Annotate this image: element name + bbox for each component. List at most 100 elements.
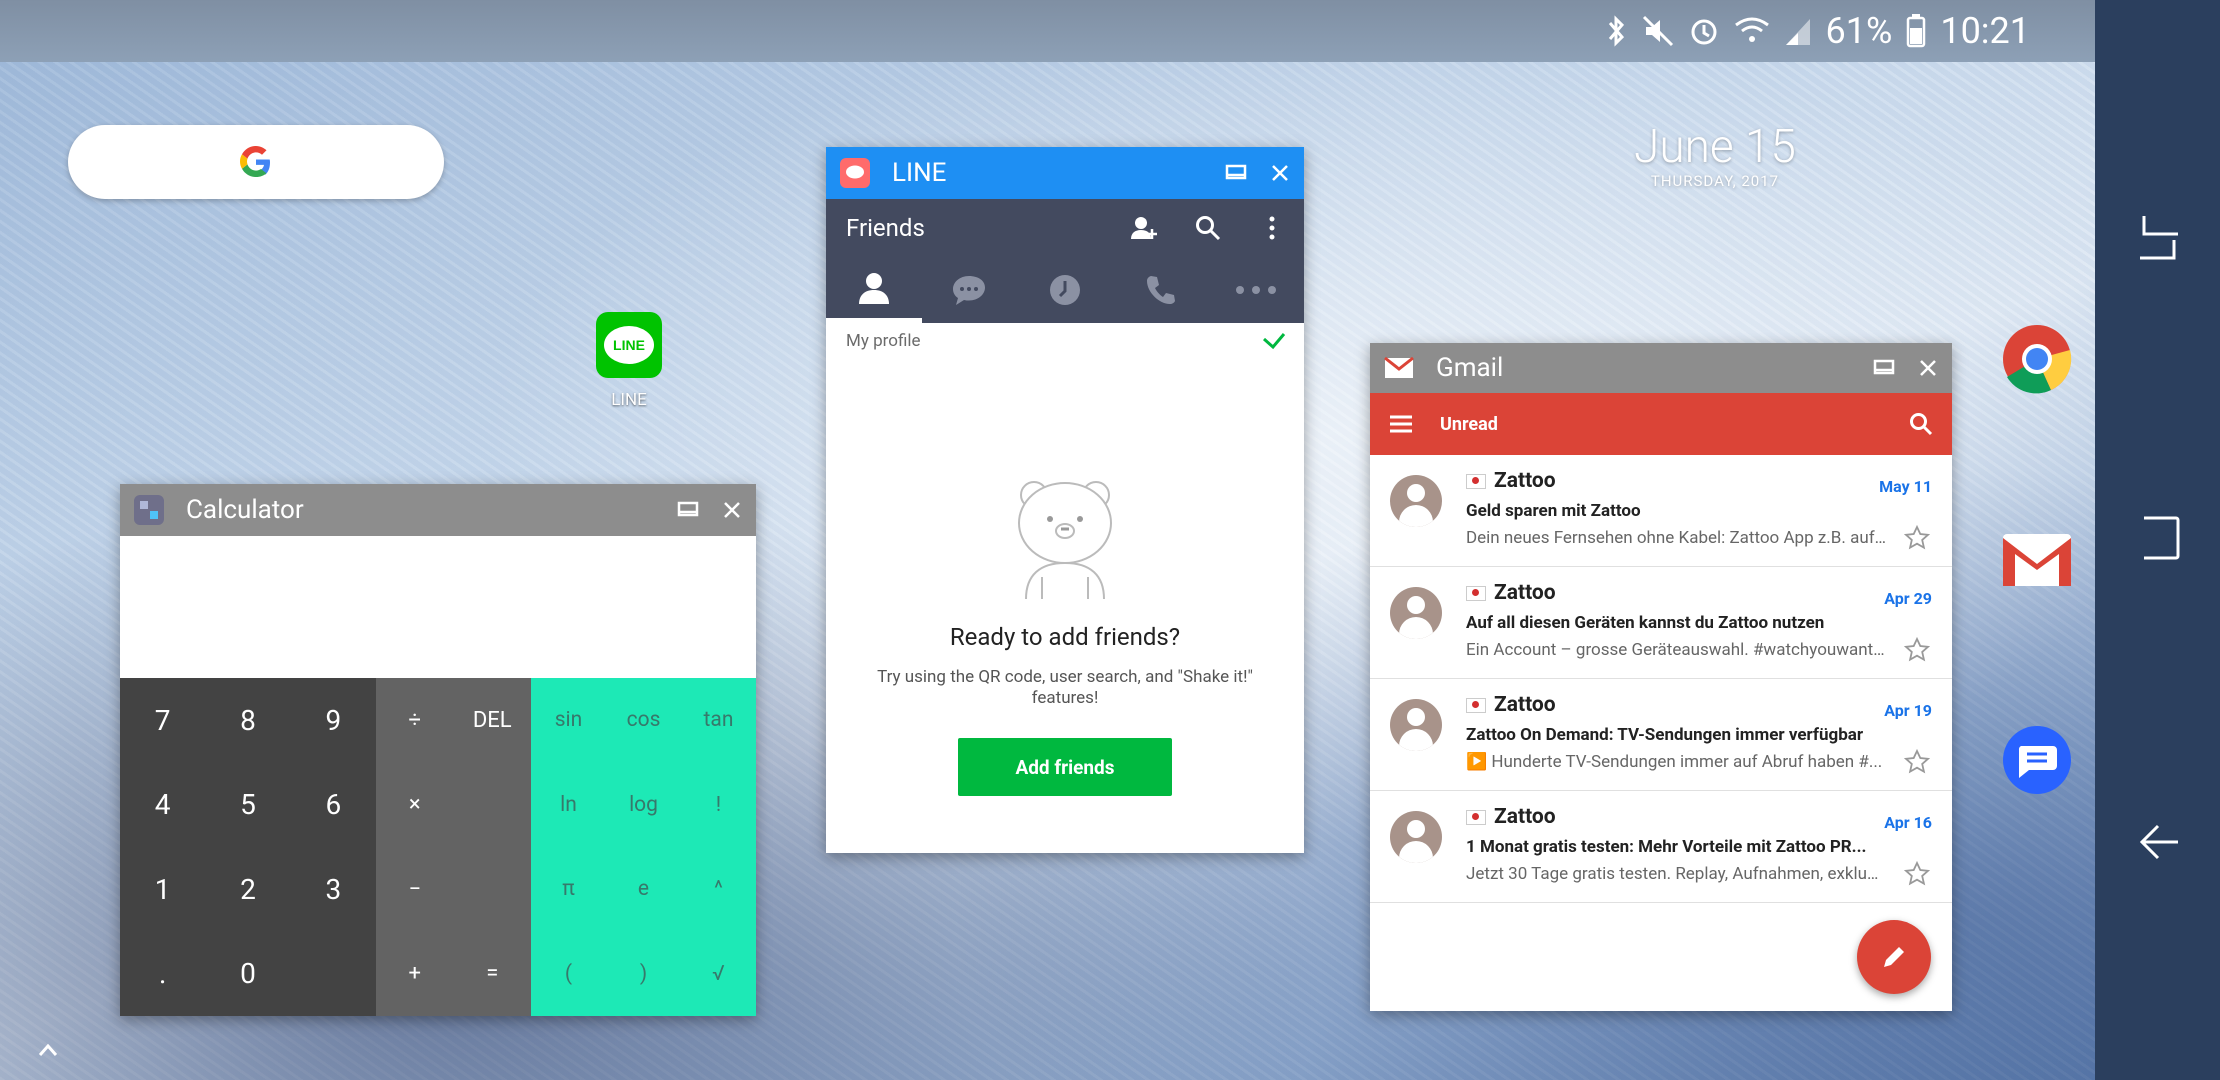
minimize-window-button[interactable] [1216,153,1256,193]
key-4[interactable]: 4 [120,763,205,848]
star-icon[interactable] [1904,749,1930,775]
line-titlebar[interactable]: LINE [826,147,1304,199]
status-bar: 61% 10:21 [0,0,2220,62]
avatar [1390,475,1442,527]
my-profile-row[interactable]: My profile [826,323,1304,351]
mail-sender: Zattoo [1466,805,1556,829]
messages-app-icon[interactable] [2001,724,2073,796]
gmail-app-icon[interactable] [2001,524,2073,596]
calculator-titlebar[interactable]: Calculator [120,484,756,536]
key-power[interactable]: ^ [681,847,756,932]
key-9[interactable]: 9 [291,678,376,763]
add-friend-icon[interactable] [1112,199,1176,257]
key-divide[interactable]: ÷ [376,678,454,763]
more-options-icon[interactable] [1240,199,1304,257]
search-icon[interactable] [1176,199,1240,257]
star-icon[interactable] [1904,525,1930,551]
app-drawer-caret-icon[interactable] [38,1034,58,1064]
key-8[interactable]: 8 [205,678,290,763]
home-button[interactable] [2130,508,2190,568]
key-pi[interactable]: π [531,847,606,932]
key-3[interactable]: 3 [291,847,376,932]
close-window-button[interactable] [1260,153,1300,193]
key-factorial[interactable]: ! [681,763,756,848]
key-1[interactable]: 1 [120,847,205,932]
line-tab-bar [826,257,1304,323]
avatar [1390,699,1442,751]
key-decimal[interactable]: . [120,932,205,1017]
status-icons: 61% 10:21 [1604,8,2030,54]
chrome-app-icon[interactable] [2001,323,2073,395]
bluetooth-icon [1608,15,1624,47]
key-ln[interactable]: ln [531,763,606,848]
gmail-toolbar: Unread [1370,393,1952,455]
check-icon [1263,333,1286,350]
key-delete[interactable]: DEL [454,678,532,763]
close-window-button[interactable] [1908,348,1948,388]
clock-widget[interactable]: June 15 THURSDAY, 2017 [1620,120,1810,190]
line-window: LINE Friends My profile Ready to add fri… [826,147,1304,853]
key-2[interactable]: 2 [205,847,290,932]
key-empty [454,763,532,848]
mail-list-item[interactable]: Zattoo Apr 29 Auf all diesen Geräten kan… [1370,567,1952,679]
add-friends-button[interactable]: Add friends [958,738,1172,796]
key-0[interactable]: 0 [205,932,290,1017]
key-6[interactable]: 6 [291,763,376,848]
chat-bubble-icon [953,276,986,305]
clock-icon [1049,275,1080,305]
mail-subject: Geld sparen mit Zattoo [1466,501,1641,521]
menu-icon[interactable] [1370,393,1432,455]
line-desktop-shortcut[interactable]: LINE LINE [596,312,662,410]
gmail-title: Gmail [1436,353,1504,383]
key-empty [291,932,376,1017]
mail-list-item[interactable]: Zattoo May 11 Geld sparen mit Zattoo Dei… [1370,455,1952,567]
gmail-titlebar[interactable]: Gmail [1370,343,1952,393]
mail-snippet: Dein neues Fernsehen ohne Kabel: Zattoo … [1466,528,1886,548]
calculator-app-icon [134,495,164,525]
calculator-window: Calculator 7 8 9 4 5 6 1 2 3 . 0 ÷ DEL ×… [120,484,756,1016]
key-log[interactable]: log [606,763,681,848]
scientific-pad: sin cos tan ln log ! π e ^ ( ) √ [531,678,756,1016]
mail-date: May 11 [1879,477,1932,496]
key-multiply[interactable]: × [376,763,454,848]
compose-button[interactable] [1857,920,1931,994]
battery-percentage: 61% [1825,10,1893,52]
minimize-window-button[interactable] [1864,348,1904,388]
calculator-keypad: 7 8 9 4 5 6 1 2 3 . 0 ÷ DEL × − + = sin … [120,678,756,1016]
flag-icon [1466,585,1486,601]
mail-list-item[interactable]: Zattoo Apr 19 Zattoo On Demand: TV-Sendu… [1370,679,1952,791]
mail-list-item[interactable]: Zattoo Apr 16 1 Monat gratis testen: Meh… [1370,791,1952,903]
tab-timeline[interactable] [1017,257,1113,323]
key-tan[interactable]: tan [681,678,756,763]
key-plus[interactable]: + [376,932,454,1017]
key-close-paren[interactable]: ) [606,932,681,1017]
key-sin[interactable]: sin [531,678,606,763]
minimize-window-button[interactable] [668,490,708,530]
close-window-button[interactable] [712,490,752,530]
tab-friends[interactable] [826,257,922,323]
key-open-paren[interactable]: ( [531,932,606,1017]
mail-subject: Auf all diesen Geräten kannst du Zattoo … [1466,613,1825,633]
status-time: 10:21 [1940,10,2030,52]
google-search-bar[interactable] [68,125,444,199]
back-button[interactable] [2130,812,2190,872]
mail-sender: Zattoo [1466,693,1556,717]
star-icon[interactable] [1904,637,1930,663]
key-equals[interactable]: = [454,932,532,1017]
key-e[interactable]: e [606,847,681,932]
mail-sender: Zattoo [1466,469,1556,493]
flag-icon [1466,697,1486,713]
key-cos[interactable]: cos [606,678,681,763]
search-icon[interactable] [1890,393,1952,455]
key-sqrt[interactable]: √ [681,932,756,1017]
key-5[interactable]: 5 [205,763,290,848]
line-friends-header: Friends [826,199,1304,257]
tab-more[interactable] [1208,257,1304,323]
star-icon[interactable] [1904,861,1930,887]
line-app-icon: LINE [596,312,662,378]
tab-calls[interactable] [1113,257,1209,323]
tab-chats[interactable] [922,257,1018,323]
key-minus[interactable]: − [376,847,454,932]
recents-button[interactable] [2130,208,2190,268]
key-7[interactable]: 7 [120,678,205,763]
